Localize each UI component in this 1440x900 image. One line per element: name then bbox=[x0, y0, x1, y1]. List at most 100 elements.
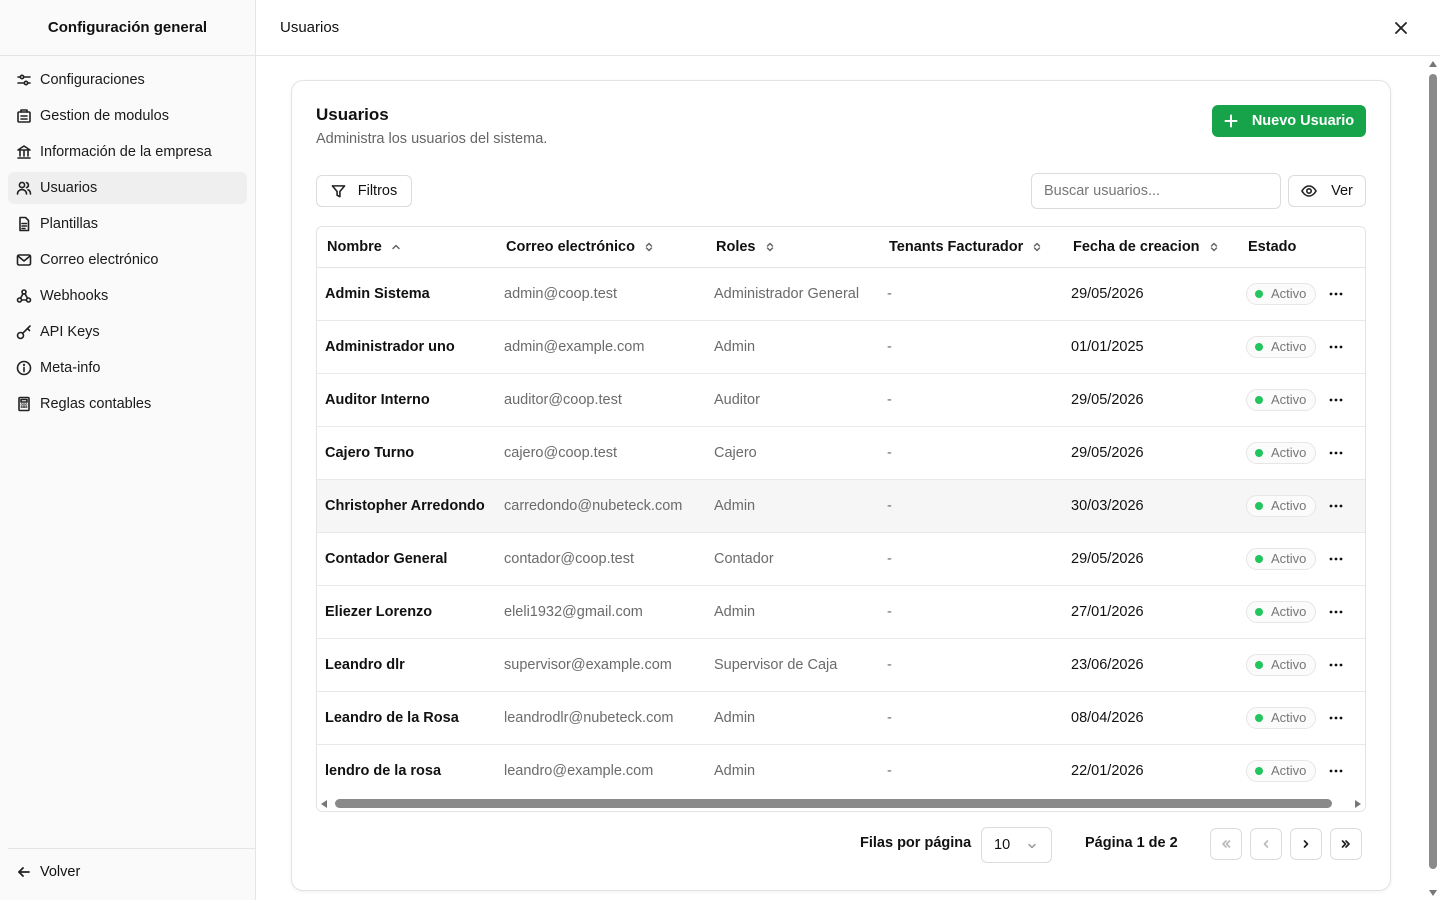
row-actions-button[interactable] bbox=[1325, 336, 1347, 358]
sidebar-item-usuarios[interactable]: Usuarios bbox=[8, 172, 247, 204]
back-label: Volver bbox=[40, 864, 81, 880]
cell-email: auditor@coop.test bbox=[496, 373, 706, 427]
sidebar-item-label: Gestion de modulos bbox=[40, 108, 169, 124]
table-row[interactable]: Contador General contador@coop.test Contad… bbox=[317, 532, 1365, 586]
sidebar-item-webhooks[interactable]: Webhooks bbox=[8, 280, 247, 312]
table-row[interactable]: Administrador uno admin@example.com Admin -… bbox=[317, 320, 1365, 374]
last-page-button[interactable] bbox=[1330, 828, 1362, 860]
rows-per-page-select[interactable]: 10 bbox=[981, 827, 1052, 863]
cell-created: 22/01/2026 bbox=[1064, 744, 1240, 798]
status-badge: Activo bbox=[1246, 441, 1317, 464]
cell-name: Christopher Arredondo bbox=[317, 479, 496, 533]
card-subtitle: Administra los usuarios del sistema. bbox=[316, 131, 548, 147]
table-row[interactable]: lendro de la rosa leandro@example.com Admi… bbox=[317, 744, 1365, 798]
status-text: Activo bbox=[1271, 710, 1307, 725]
sidebar-item-configuraciones[interactable]: Configuraciones bbox=[8, 64, 247, 96]
scroll-right-arrow[interactable] bbox=[1355, 800, 1361, 808]
cell-status: Activo bbox=[1240, 744, 1325, 798]
horizontal-scrollbar[interactable] bbox=[317, 797, 1365, 811]
row-actions-button[interactable] bbox=[1325, 283, 1347, 305]
row-actions-button[interactable] bbox=[1325, 707, 1347, 729]
table-row[interactable]: Admin Sistema admin@coop.test Administrado… bbox=[317, 267, 1365, 321]
cell-role: Cajero bbox=[706, 426, 879, 480]
cell-email: leandrodlr@nubeteck.com bbox=[496, 691, 706, 745]
more-horizontal-icon bbox=[1329, 504, 1343, 507]
status-text: Activo bbox=[1271, 339, 1307, 354]
sort-asc-icon bbox=[392, 244, 400, 249]
scroll-left-arrow[interactable] bbox=[321, 800, 327, 808]
cell-actions bbox=[1325, 532, 1365, 586]
sliders-icon bbox=[16, 72, 32, 88]
cell-role: Admin bbox=[706, 744, 879, 798]
table-row[interactable]: Eliezer Lorenzo eleli1932@gmail.com Admin -… bbox=[317, 585, 1365, 639]
sidebar-item-plantillas[interactable]: Plantillas bbox=[8, 208, 247, 240]
column-header-status: Estado bbox=[1240, 227, 1325, 268]
first-page-button[interactable] bbox=[1210, 828, 1242, 860]
back-button[interactable]: Volver bbox=[16, 864, 80, 880]
vertical-scrollbar[interactable] bbox=[1426, 56, 1440, 900]
page-info: Página 1 de 2 bbox=[1085, 835, 1178, 851]
bank-icon bbox=[16, 144, 32, 160]
cell-tenants: - bbox=[879, 320, 1064, 374]
column-header-name[interactable]: Nombre bbox=[317, 227, 496, 268]
status-text: Activo bbox=[1271, 498, 1307, 513]
sidebar-item-label: Información de la empresa bbox=[40, 144, 212, 160]
cell-created: 30/03/2026 bbox=[1064, 479, 1240, 533]
status-dot bbox=[1255, 554, 1263, 563]
column-header-tenants[interactable]: Tenants Facturador bbox=[879, 227, 1064, 268]
chevrons-right-icon bbox=[1341, 840, 1350, 848]
column-header-roles[interactable]: Roles bbox=[706, 227, 879, 268]
row-actions-button[interactable] bbox=[1325, 548, 1347, 570]
sidebar-item-correo[interactable]: Correo electrónico bbox=[8, 244, 247, 276]
plus-icon bbox=[1224, 114, 1238, 128]
cell-created: 29/05/2026 bbox=[1064, 373, 1240, 427]
new-user-button[interactable]: Nuevo Usuario bbox=[1212, 105, 1366, 137]
cell-tenants: - bbox=[879, 691, 1064, 745]
scroll-down-arrow[interactable] bbox=[1429, 890, 1437, 896]
status-badge: Activo bbox=[1246, 388, 1317, 411]
row-actions-button[interactable] bbox=[1325, 442, 1347, 464]
status-dot bbox=[1255, 342, 1263, 351]
topbar: Usuarios bbox=[256, 0, 1440, 56]
cell-name: Eliezer Lorenzo bbox=[317, 585, 496, 639]
sidebar-item-label: Reglas contables bbox=[40, 396, 152, 412]
close-button[interactable] bbox=[1392, 19, 1410, 37]
filters-button[interactable]: Filtros bbox=[316, 175, 412, 207]
row-actions-button[interactable] bbox=[1325, 654, 1347, 676]
table-row[interactable]: Christopher Arredondo carredondo@nubeteck… bbox=[317, 479, 1365, 533]
cell-actions bbox=[1325, 320, 1365, 374]
sidebar-item-api-keys[interactable]: API Keys bbox=[8, 316, 247, 348]
cell-status: Activo bbox=[1240, 373, 1325, 427]
sidebar-item-informacion-empresa[interactable]: Información de la empresa bbox=[8, 136, 247, 168]
next-page-button[interactable] bbox=[1290, 828, 1322, 860]
row-actions-button[interactable] bbox=[1325, 601, 1347, 623]
column-header-email[interactable]: Correo electrónico bbox=[496, 227, 706, 268]
cell-tenants: - bbox=[879, 744, 1064, 798]
sidebar-item-gestion-modulos[interactable]: Gestion de modulos bbox=[8, 100, 247, 132]
previous-page-button[interactable] bbox=[1250, 828, 1282, 860]
status-dot bbox=[1255, 501, 1263, 510]
row-actions-button[interactable] bbox=[1325, 495, 1347, 517]
vertical-scroll-thumb[interactable] bbox=[1429, 74, 1437, 869]
status-text: Activo bbox=[1271, 392, 1307, 407]
search-input[interactable] bbox=[1031, 173, 1281, 209]
scroll-up-arrow[interactable] bbox=[1429, 61, 1437, 67]
table-row[interactable]: Leandro de la Rosa leandrodlr@nubeteck.co… bbox=[317, 691, 1365, 745]
view-button[interactable]: Ver bbox=[1288, 175, 1366, 207]
sidebar-item-reglas-contables[interactable]: Reglas contables bbox=[8, 388, 247, 420]
cell-status: Activo bbox=[1240, 532, 1325, 586]
horizontal-scroll-thumb[interactable] bbox=[335, 799, 1332, 808]
table-row[interactable]: Leandro dlr supervisor@example.com Supervi… bbox=[317, 638, 1365, 692]
table-row[interactable]: Cajero Turno cajero@coop.test Cajero -29/05… bbox=[317, 426, 1365, 480]
cell-tenants: - bbox=[879, 585, 1064, 639]
cell-role: Supervisor de Caja bbox=[706, 638, 879, 692]
sidebar-item-label: Correo electrónico bbox=[40, 252, 159, 268]
sidebar-item-meta-info[interactable]: Meta-info bbox=[8, 352, 247, 384]
column-header-created[interactable]: Fecha de creacion bbox=[1064, 227, 1240, 268]
row-actions-button[interactable] bbox=[1325, 760, 1347, 782]
cell-role: Admin bbox=[706, 479, 879, 533]
table-row[interactable]: Auditor Interno auditor@coop.test Auditor -… bbox=[317, 373, 1365, 427]
row-actions-button[interactable] bbox=[1325, 389, 1347, 411]
sort-icon bbox=[1034, 242, 1041, 251]
cell-name: Cajero Turno bbox=[317, 426, 496, 480]
